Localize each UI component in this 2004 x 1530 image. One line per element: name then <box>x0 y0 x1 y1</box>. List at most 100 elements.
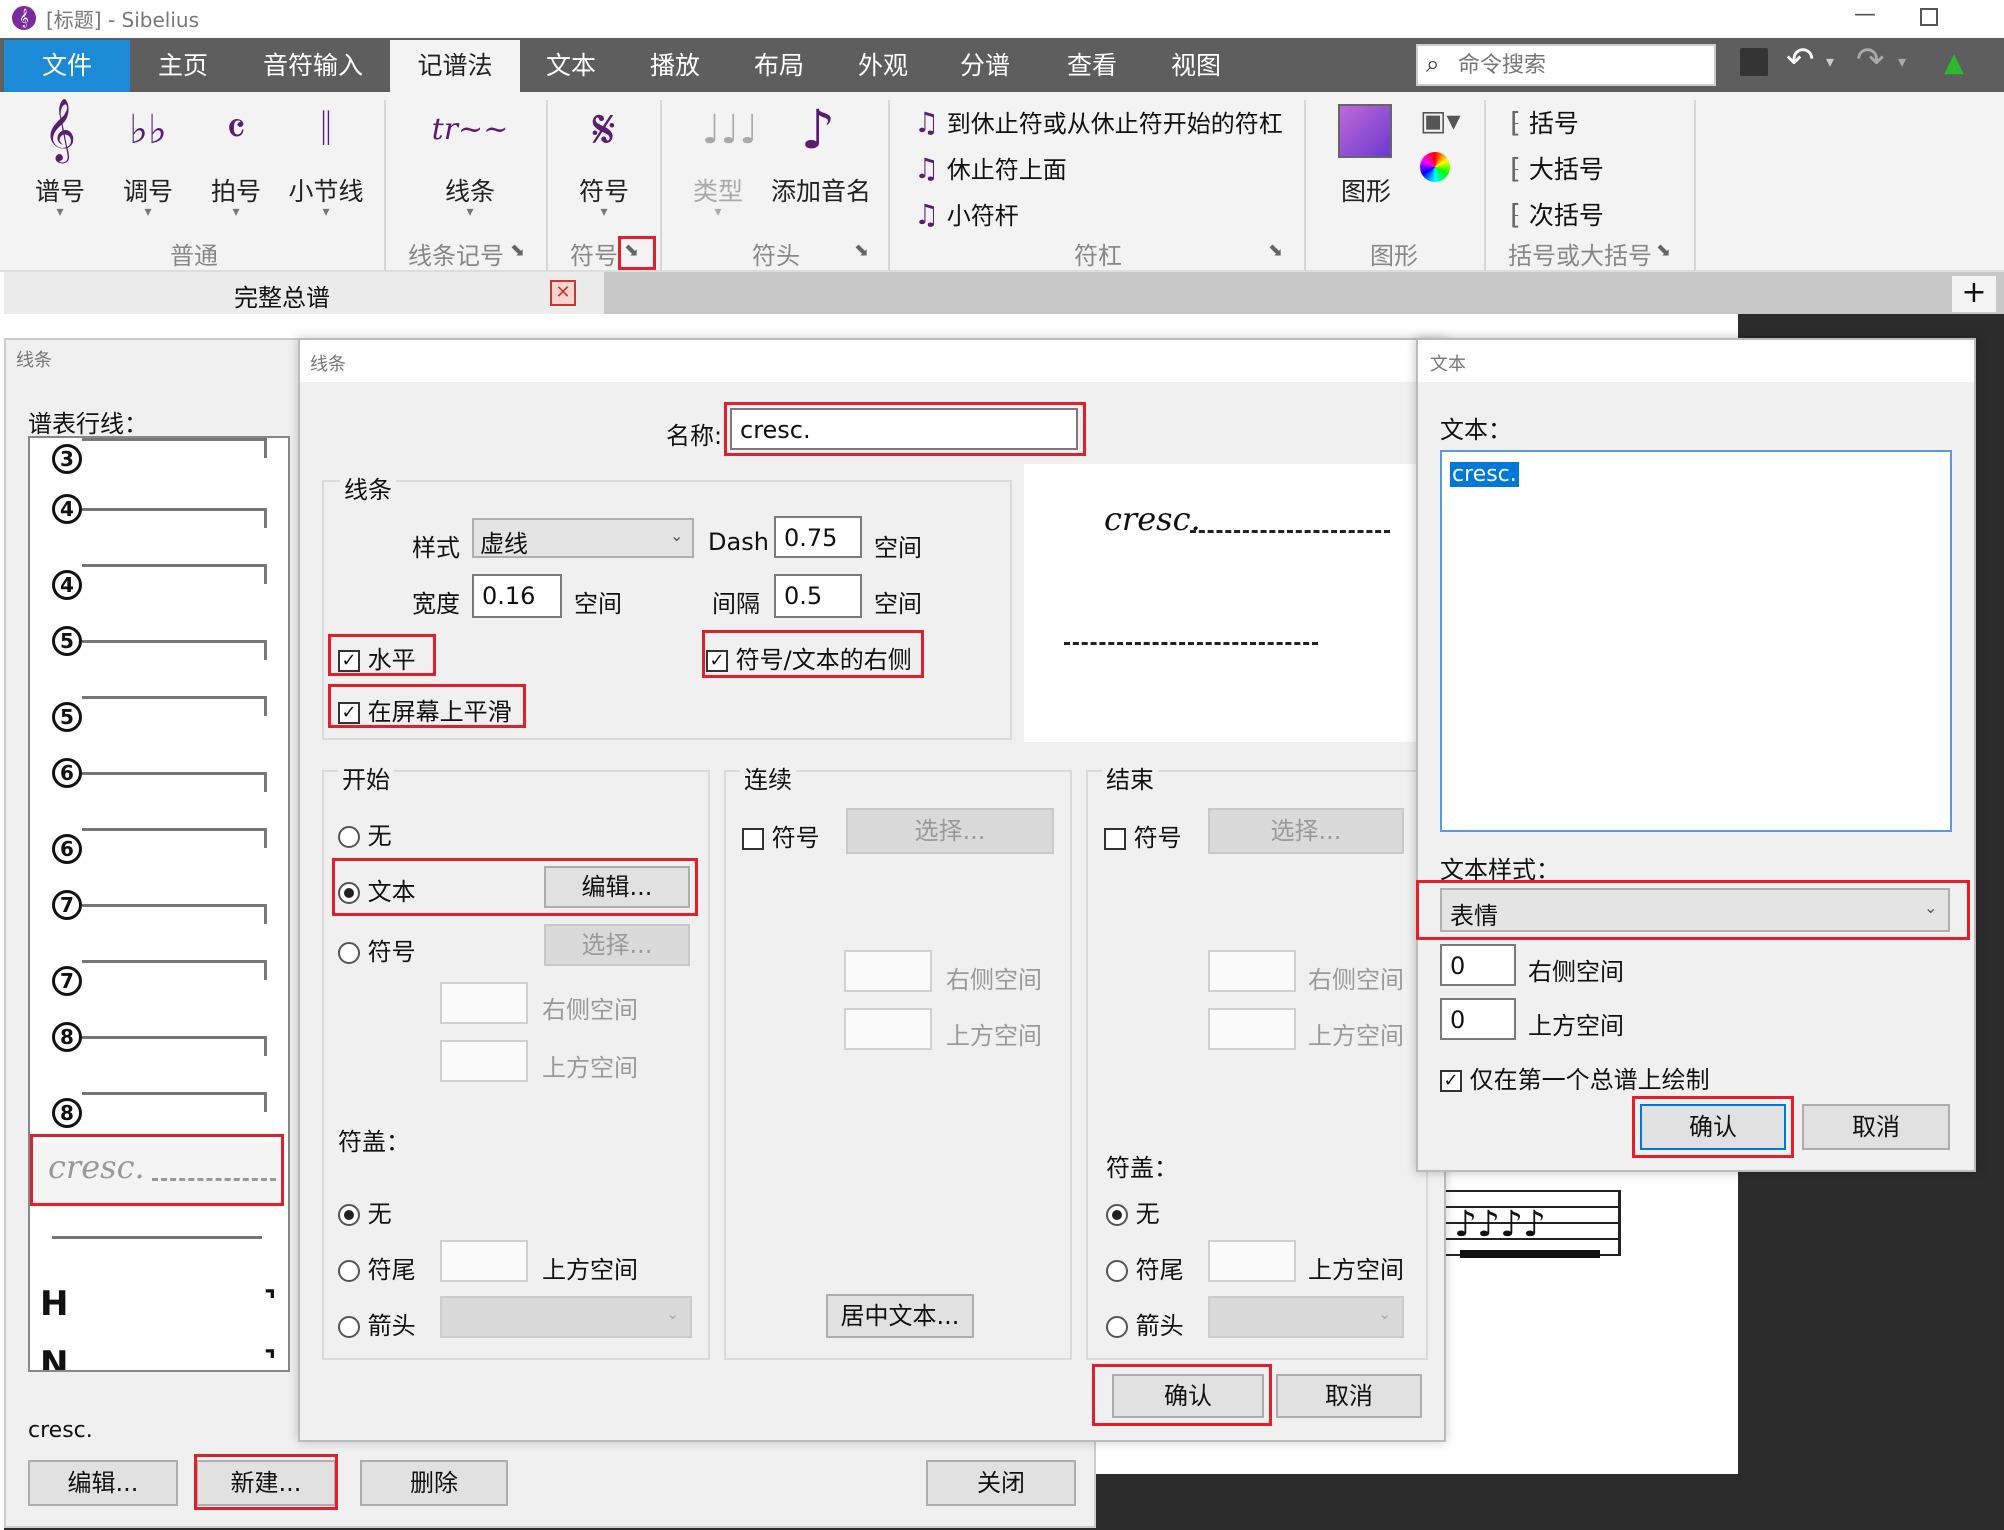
end-hook-above-field[interactable] <box>1208 1240 1296 1282</box>
continue-choose-button[interactable]: 选择... <box>846 808 1054 854</box>
end-hook-arrow-radio[interactable]: 箭头 <box>1106 1306 1184 1341</box>
text-above-space-field[interactable]: 0 <box>1440 998 1516 1040</box>
start-above-space-field[interactable] <box>440 1040 528 1082</box>
list-item[interactable]: 7 <box>52 960 267 1000</box>
start-symbol-radio[interactable]: 符号 <box>338 932 416 967</box>
color-wheel-icon[interactable] <box>1420 152 1450 182</box>
list-item[interactable]: 5 <box>52 696 267 736</box>
symbol-button[interactable]: 符号 <box>564 172 644 208</box>
width-field[interactable]: 0.16 <box>472 574 562 618</box>
text-cancel-button[interactable]: 取消 <box>1802 1104 1950 1150</box>
end-symbol-checkbox[interactable]: 符号 <box>1104 818 1182 853</box>
minimize-icon[interactable]: — <box>1854 2 1876 27</box>
noteheads-launcher-icon[interactable]: ⬊ <box>854 240 869 261</box>
redo-dropdown-icon[interactable]: ▾ <box>1898 52 1906 71</box>
start-choose-button[interactable]: 选择... <box>544 924 690 966</box>
end-above-space-field[interactable] <box>1208 1008 1296 1050</box>
clef-button[interactable]: 谱号 <box>20 172 100 208</box>
minimize-ribbon-icon[interactable]: ▲ <box>1944 48 1964 78</box>
undo-icon[interactable]: ↶ <box>1786 40 1815 80</box>
clef-dropdown-icon[interactable]: ▾ <box>20 204 100 220</box>
radio-unchecked[interactable] <box>1106 1260 1128 1282</box>
end-right-space-field[interactable] <box>1208 950 1296 992</box>
beams-launcher-icon[interactable]: ⬊ <box>1268 240 1283 261</box>
maximize-icon[interactable] <box>1920 8 1938 26</box>
start-hook-above-field[interactable] <box>440 1240 528 1282</box>
notehead-type-button[interactable]: 类型 <box>680 172 756 208</box>
bracket-item[interactable]: ⁅ 括号 <box>1510 104 1579 140</box>
close-tab-icon[interactable]: ✕ <box>550 280 576 306</box>
beam-item-rests[interactable]: ♫ 到休止符或从休止符开始的符杠 <box>914 104 1283 139</box>
tab-text[interactable]: 文本 <box>526 40 616 92</box>
start-arrow-select[interactable]: ⌄ <box>440 1296 692 1338</box>
center-text-button[interactable]: 居中文本... <box>826 1294 974 1338</box>
radio-unchecked[interactable] <box>338 1316 360 1338</box>
tab-note-input[interactable]: 音符输入 <box>240 40 386 92</box>
line-cancel-button[interactable]: 取消 <box>1276 1374 1422 1418</box>
end-hook-tail-radio[interactable]: 符尾 <box>1106 1250 1184 1285</box>
tab-notations[interactable]: 记谱法 <box>390 40 520 92</box>
radio-unchecked[interactable] <box>338 826 360 848</box>
brackets-launcher-icon[interactable]: ⬊ <box>1656 240 1671 261</box>
list-item[interactable]: 4 <box>52 564 267 604</box>
radio-unchecked[interactable] <box>1106 1316 1128 1338</box>
tab-play[interactable]: 播放 <box>630 40 720 92</box>
start-right-space-field[interactable] <box>440 982 528 1024</box>
document-tab[interactable]: 完整总谱 ✕ <box>4 272 604 314</box>
tab-parts[interactable]: 分谱 <box>940 40 1030 92</box>
end-arrow-select[interactable]: ⌄ <box>1208 1296 1404 1338</box>
list-item-plain-line[interactable] <box>52 1236 262 1239</box>
continue-symbol-checkbox[interactable]: 符号 <box>742 818 820 853</box>
new-tab-button[interactable]: + <box>1952 276 1996 312</box>
beam-item-stemlets[interactable]: ♫ 小符杆 <box>914 196 1019 231</box>
lines-list[interactable]: 3 4 4 5 5 6 6 7 7 8 8 cresc. H ⌝ N ⌝ <box>28 436 290 1372</box>
start-hook-none-radio[interactable]: 无 <box>338 1194 392 1229</box>
list-item[interactable]: 4 <box>52 488 267 528</box>
symbol-dropdown-icon[interactable]: ▾ <box>564 204 644 220</box>
dash-field[interactable]: 0.75 <box>774 516 862 558</box>
redo-icon[interactable]: ↷ <box>1856 40 1885 80</box>
checkbox-checked[interactable]: ✓ <box>1440 1070 1462 1092</box>
time-dropdown-icon[interactable]: ▾ <box>196 204 276 220</box>
list-item-h[interactable]: H ⌝ <box>40 1284 276 1324</box>
radio-unchecked[interactable] <box>338 1260 360 1282</box>
beam-item-over-rests[interactable]: ♫ 休止符上面 <box>914 150 1067 185</box>
graphic-button[interactable]: 图形 <box>1326 172 1406 208</box>
list-item[interactable]: 3 <box>52 438 267 478</box>
command-search[interactable]: ⌕ <box>1416 44 1716 86</box>
end-hook-none-radio[interactable]: 无 <box>1106 1194 1160 1229</box>
checkbox-unchecked[interactable] <box>742 828 764 850</box>
sub-bracket-item[interactable]: ⁅ 次括号 <box>1510 196 1604 232</box>
tab-layout[interactable]: 布局 <box>734 40 824 92</box>
line-button[interactable]: 线条 <box>420 172 520 208</box>
undo-dropdown-icon[interactable]: ▾ <box>1826 52 1834 71</box>
list-item[interactable]: 6 <box>52 828 267 868</box>
brace-item[interactable]: ⁅ 大括号 <box>1510 150 1604 186</box>
gap-field[interactable]: 0.5 <box>774 574 862 618</box>
key-signature-button[interactable]: 调号 <box>108 172 188 208</box>
tab-review[interactable]: 查看 <box>1044 40 1140 92</box>
line-dropdown-icon[interactable]: ▾ <box>420 204 520 220</box>
barline-button[interactable]: 小节线 <box>276 172 376 208</box>
checkbox-unchecked[interactable] <box>1104 828 1126 850</box>
close-panel-button[interactable]: 关闭 <box>926 1460 1076 1506</box>
style-select[interactable]: 虚线 ⌄ <box>472 518 694 558</box>
continue-above-space-field[interactable] <box>844 1008 932 1050</box>
list-item[interactable]: 5 <box>52 620 267 660</box>
tab-file[interactable]: 文件 <box>4 40 130 92</box>
list-item[interactable]: 8 <box>52 1016 267 1056</box>
key-dropdown-icon[interactable]: ▾ <box>108 204 188 220</box>
edit-line-button[interactable]: 编辑... <box>28 1460 178 1506</box>
pictures-icon[interactable]: ▣▾ <box>1420 104 1461 137</box>
tab-view[interactable]: 视图 <box>1148 40 1244 92</box>
time-signature-button[interactable]: 拍号 <box>196 172 276 208</box>
delete-line-button[interactable]: 删除 <box>360 1460 508 1506</box>
end-choose-button[interactable]: 选择... <box>1208 808 1404 854</box>
radio-unchecked[interactable] <box>338 942 360 964</box>
list-item[interactable]: 7 <box>52 884 267 924</box>
barline-dropdown-icon[interactable]: ▾ <box>276 204 376 220</box>
radio-checked[interactable] <box>1106 1204 1128 1226</box>
text-area[interactable]: cresc. <box>1440 450 1952 832</box>
search-input[interactable] <box>1458 50 1708 80</box>
tab-home[interactable]: 主页 <box>130 40 236 92</box>
